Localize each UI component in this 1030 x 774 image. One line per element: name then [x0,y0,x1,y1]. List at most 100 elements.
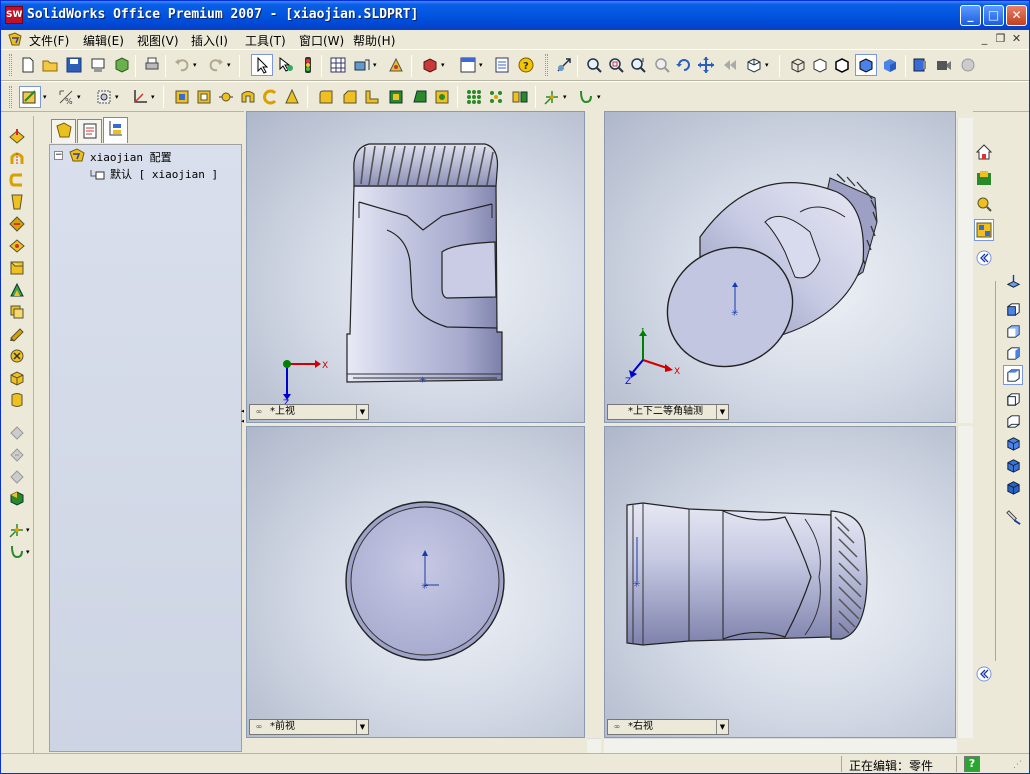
pan-icon[interactable] [695,54,717,76]
select-tool-icon[interactable] [275,54,297,76]
menu-help[interactable]: 帮助(H) [353,32,395,49]
hidden-lines-removed-icon[interactable] [831,54,853,76]
draft-icon[interactable] [409,86,431,108]
resize-grip-icon[interactable]: ⋰ [1013,760,1025,772]
combine-vertical-icon[interactable] [7,488,27,508]
view-back-icon[interactable] [1003,321,1023,341]
appearance-dropdown-icon[interactable]: ▾ [441,54,448,76]
maximize-button[interactable]: □ [983,5,1004,26]
camera-view-icon[interactable] [933,54,955,76]
right-view-model[interactable]: ✳ [605,427,956,738]
cut-extrude-vertical-icon[interactable] [7,236,27,256]
boundary-vertical-icon[interactable] [7,214,27,234]
viewport-dimetric-label[interactable]: *上下二等角轴测 ▼ [607,404,729,420]
toolbar-grip[interactable] [545,54,548,76]
standard-views-dropdown-icon[interactable]: ▾ [765,54,772,76]
menu-edit[interactable]: 编辑(E) [83,32,124,49]
propertymanager-tab[interactable] [77,119,102,143]
view-layout-icon[interactable] [457,54,479,76]
close-button[interactable]: ✕ [1006,5,1027,26]
cut-sweep-vertical-icon[interactable] [7,280,27,300]
new-document-icon[interactable] [17,54,39,76]
print-preview-icon[interactable] [87,54,109,76]
dome-icon[interactable] [281,86,303,108]
view-layout-dropdown-icon[interactable]: ▾ [479,54,486,76]
wireframe-icon[interactable] [787,54,809,76]
properties-icon[interactable] [491,54,513,76]
open-folder-icon[interactable] [39,54,61,76]
mdi-close-button[interactable]: ✕ [1009,32,1024,46]
view-isometric-icon[interactable] [1003,433,1023,453]
helix-vertical-dropdown-icon[interactable]: ▾ [26,542,33,562]
zoom-in-out-icon[interactable] [627,54,649,76]
circular-pattern-icon[interactable] [485,86,507,108]
view-front-icon[interactable] [1003,299,1023,319]
top-right-vertical-scrollbar[interactable] [957,118,973,423]
rotate-view-icon[interactable] [673,54,695,76]
link-views-icon[interactable]: ∞ [250,720,268,734]
helix-icon[interactable] [575,86,597,108]
view-dropdown-icon[interactable]: ▼ [356,720,368,734]
indent-vertical-icon[interactable] [7,466,27,486]
quick-tips-help-icon[interactable]: ? [964,756,980,772]
viewport-top-label[interactable]: ∞ *上视 ▼ [249,404,369,420]
helix-vertical-icon[interactable] [7,542,27,562]
zoom-to-fit-icon[interactable] [583,54,605,76]
shell-icon[interactable] [385,86,407,108]
fillet-vertical-icon[interactable] [7,324,27,344]
tree-root-label[interactable]: xiaojian 配置 [90,149,172,165]
front-view-model[interactable]: ✳ [247,427,585,738]
link-views-icon[interactable] [608,405,626,419]
curves-dropdown-icon[interactable]: ▾ [563,86,570,108]
revolved-boss-icon[interactable] [193,86,215,108]
wrap-vertical-icon[interactable] [7,390,27,410]
section-view-icon[interactable] [909,54,931,76]
reference-geometry-dropdown-icon[interactable]: ▾ [115,86,122,108]
view-right-icon[interactable] [1003,365,1023,385]
fillet-icon[interactable] [315,86,337,108]
smart-dimension-icon[interactable]: % [55,86,77,108]
revolve-cut-icon[interactable] [259,86,281,108]
hidden-lines-visible-icon[interactable] [809,54,831,76]
collapse-task-pane-button[interactable] [974,247,994,269]
tree-collapse-toggle[interactable]: − [54,151,63,160]
featuremanager-tab[interactable] [51,119,76,143]
dimension-dropdown-icon[interactable]: ▾ [77,86,84,108]
toolbar-grip[interactable] [9,86,12,108]
view-palette-tab[interactable] [974,219,994,241]
zoom-to-area-icon[interactable] [605,54,627,76]
menu-insert[interactable]: 插入(I) [191,32,228,49]
viewport-dimetric[interactable]: ✳ Y X Z *上下二等角轴测 ▼ [604,111,956,423]
menu-file[interactable]: 文件(F) [29,32,69,49]
shaded-icon[interactable] [879,54,901,76]
view-bottom-icon[interactable] [1003,411,1023,431]
realview-icon[interactable] [957,54,979,76]
view-selector-icon[interactable] [1003,507,1023,527]
file-explorer-tab[interactable] [974,193,994,215]
link-views-icon[interactable]: ∞ [250,405,268,419]
redo-dropdown-icon[interactable]: ▾ [227,54,234,76]
options-grid-icon[interactable] [327,54,349,76]
view-dropdown-icon[interactable]: ▼ [356,405,368,419]
mdi-minimize-button[interactable]: _ [977,32,992,46]
chamfer-icon[interactable] [339,86,361,108]
split-line-vertical-icon[interactable] [7,422,27,442]
tree-default-configuration[interactable]: 默认 [ xiaojian ] [110,166,218,182]
solidworks-resources-tab[interactable] [974,141,994,163]
loft-vertical-icon[interactable] [7,192,27,212]
coordinate-system-icon[interactable] [129,86,151,108]
standard-views-icon[interactable] [743,54,765,76]
measure-icon[interactable] [351,54,373,76]
extruded-boss-icon[interactable] [171,86,193,108]
view-left-icon[interactable] [1003,343,1023,363]
reference-geometry-icon[interactable] [93,86,115,108]
view-trimetric-icon[interactable] [1003,455,1023,475]
expand-task-pane-button[interactable] [974,663,994,685]
delete-face-vertical-icon[interactable] [7,346,27,366]
viewport-right[interactable]: ✳ Y Z ∞ *右视 ▼ [604,426,956,738]
viewport-top[interactable]: ✳ X Z ∞ *上视 ▼ [246,111,585,423]
revolve-vertical-icon[interactable] [7,148,27,168]
extrude-vertical-icon[interactable] [7,126,27,146]
bottom-right-horizontal-scrollbar[interactable] [604,738,957,754]
appearance-icon[interactable] [419,54,441,76]
